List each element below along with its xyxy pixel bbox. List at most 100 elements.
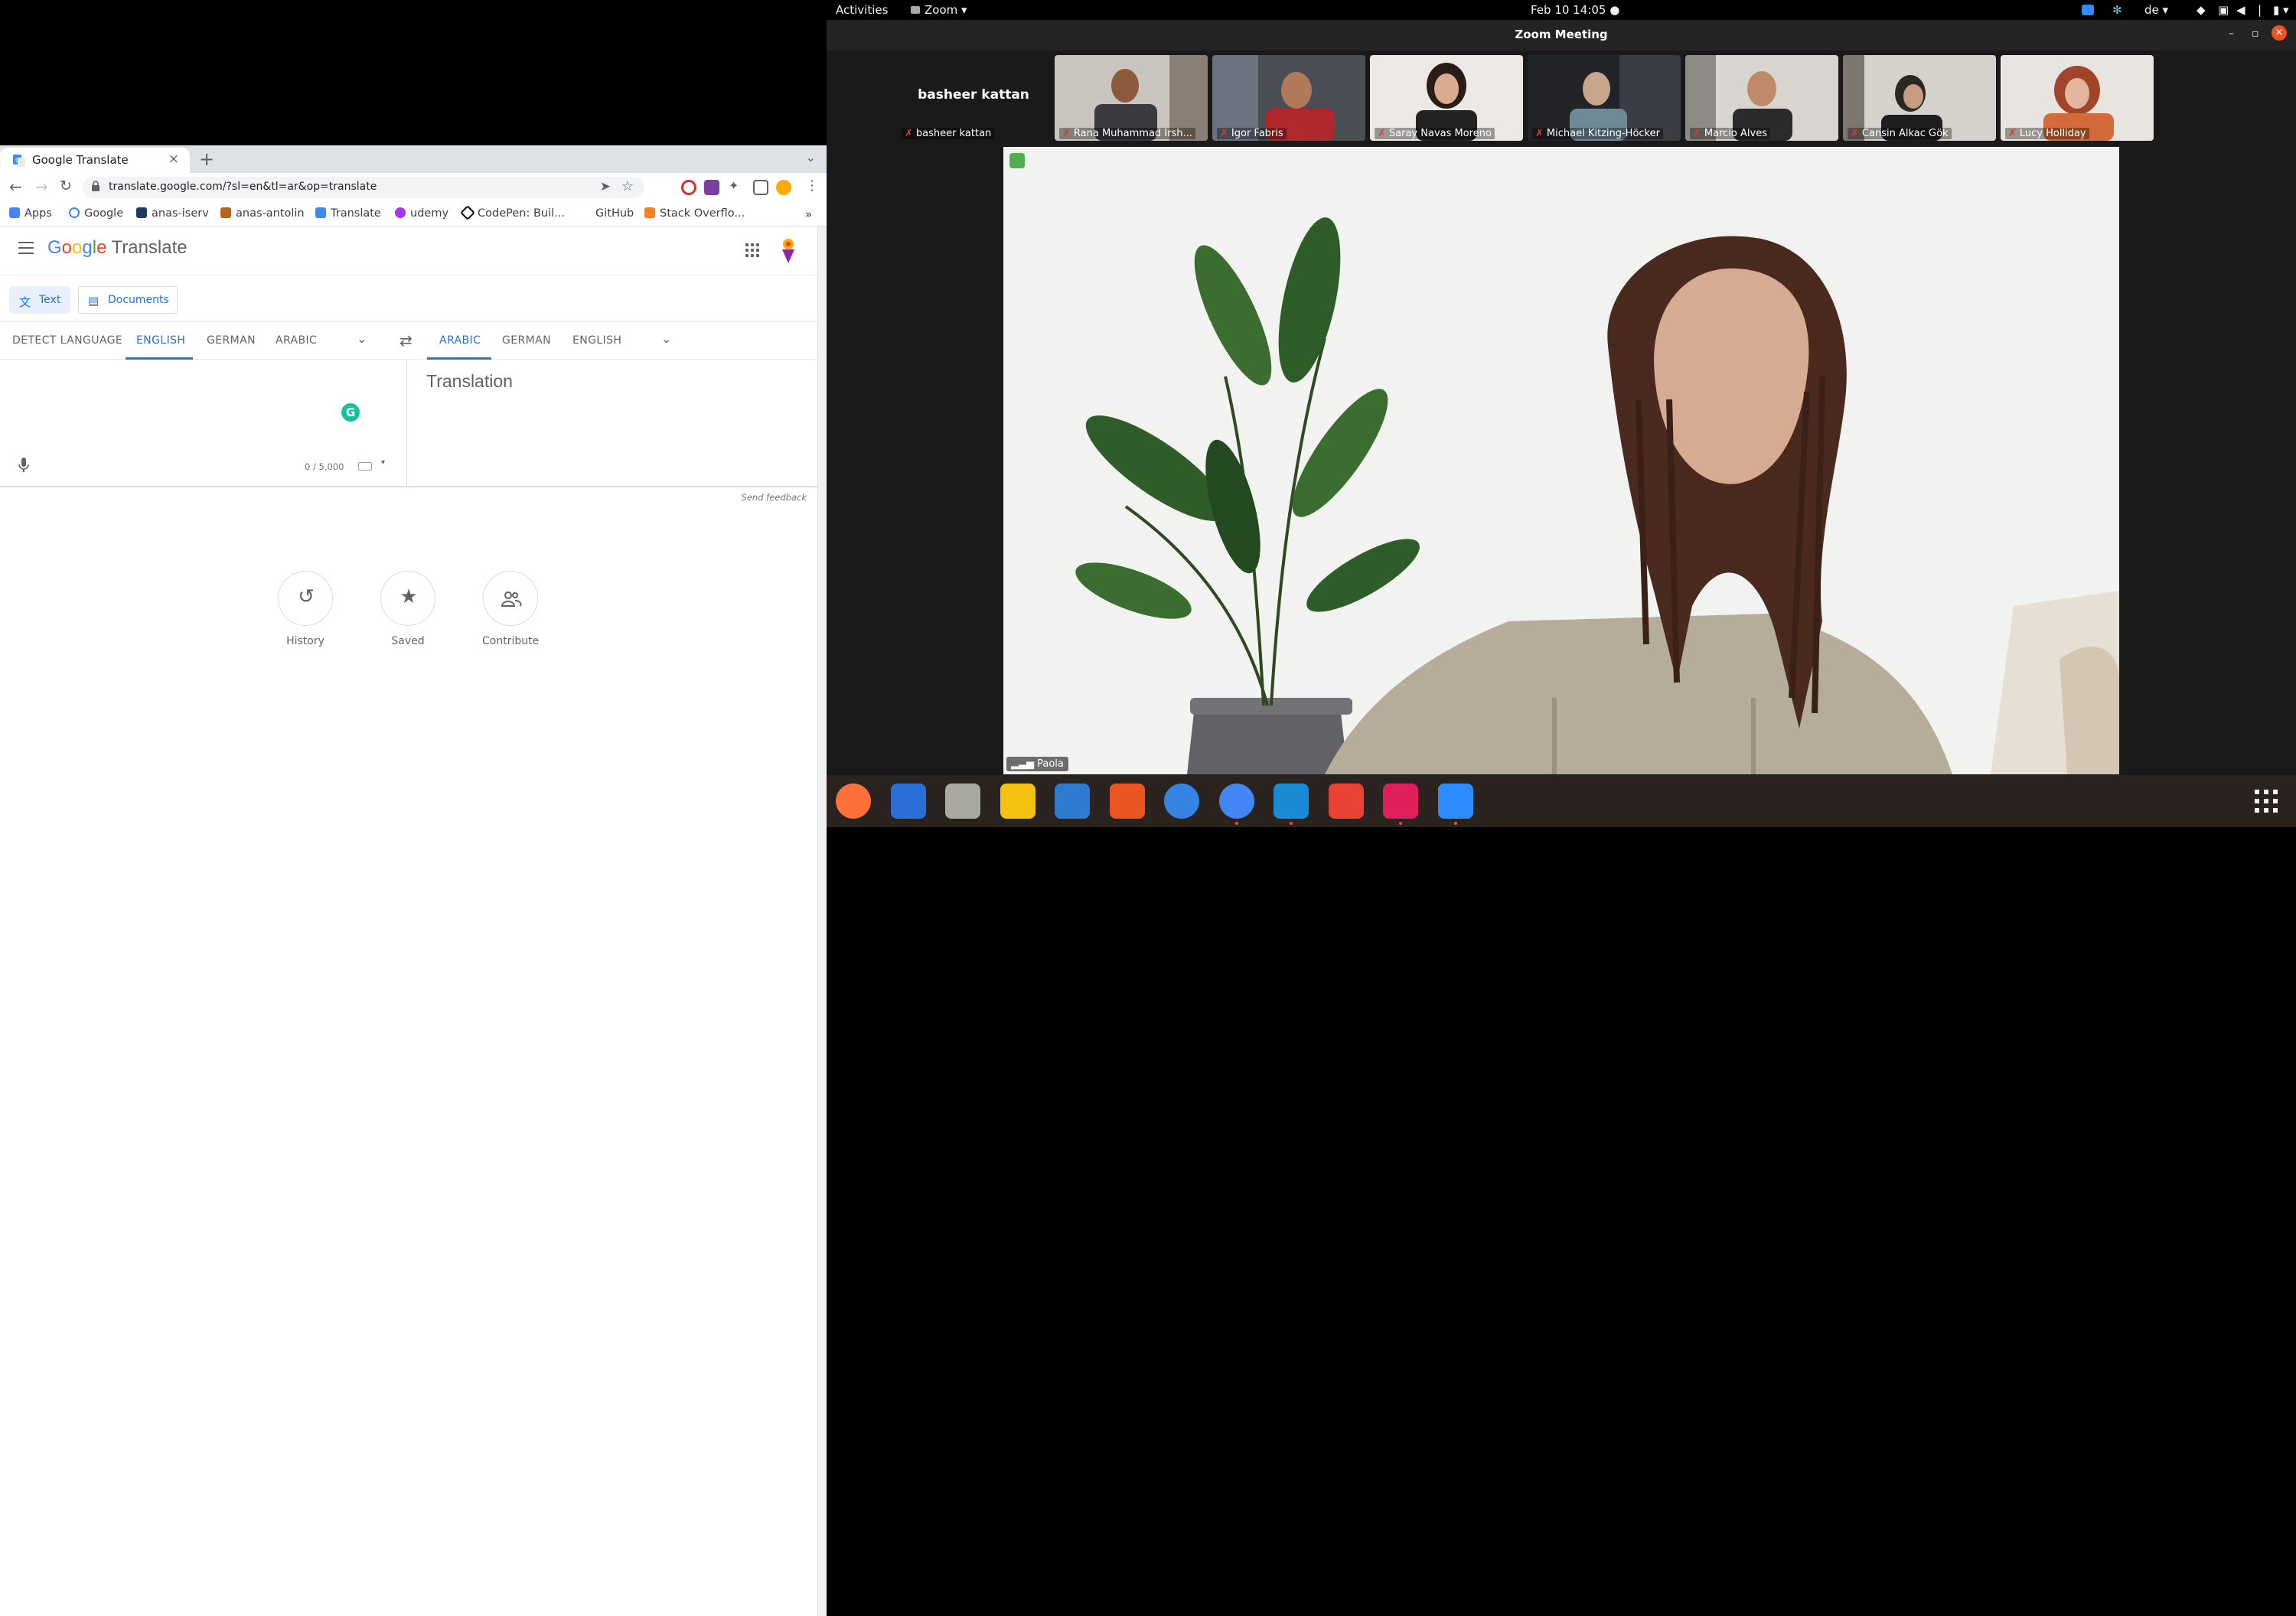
- target-lang-english[interactable]: ENGLISH: [572, 334, 621, 347]
- chrome-icon[interactable]: [1218, 784, 1254, 819]
- battery-icon[interactable]: ▮ ▾: [2273, 3, 2289, 17]
- onenote-extension-icon[interactable]: [704, 180, 719, 195]
- app-menu[interactable]: Zoom ▾: [911, 3, 967, 17]
- wifi-icon[interactable]: ◆: [2197, 3, 2206, 17]
- page-scrollbar[interactable]: [817, 226, 827, 1616]
- send-feedback-link[interactable]: Send feedback: [742, 492, 807, 503]
- volume-icon[interactable]: ◀: [2236, 3, 2245, 17]
- slack-tray-icon[interactable]: ✻: [2112, 3, 2122, 17]
- send-to-device-icon[interactable]: ➤: [600, 179, 611, 194]
- swap-languages-icon[interactable]: ⇄: [400, 331, 413, 350]
- star-icon: ★: [400, 585, 418, 608]
- source-lang-german[interactable]: GERMAN: [207, 334, 256, 347]
- speaker-name-label: ▂▃▅ Paola: [1006, 757, 1068, 771]
- libreoffice-writer-icon[interactable]: [1055, 784, 1090, 819]
- keyboard-layout-indicator[interactable]: de ▾: [2144, 3, 2168, 17]
- contribute-label: Contribute: [482, 635, 540, 647]
- contribute-button[interactable]: Contribute: [482, 571, 539, 647]
- github-icon: [580, 207, 591, 218]
- history-button[interactable]: ↺ History: [277, 571, 334, 647]
- clock[interactable]: Feb 10 14:05 ●: [1531, 3, 1619, 17]
- muted-mic-icon: ✗: [1220, 128, 1228, 139]
- microphone-tray-icon[interactable]: |: [2258, 3, 2262, 17]
- keyboard-dropdown-icon[interactable]: ▾: [381, 458, 385, 467]
- extensions-puzzle-icon[interactable]: ✦: [729, 178, 744, 194]
- google-apps-icon[interactable]: [745, 243, 759, 257]
- participant-tile[interactable]: ✗ Marcio Alves: [1685, 55, 1838, 141]
- encryption-shield-icon[interactable]: [1009, 153, 1025, 168]
- bookmark-apps[interactable]: Apps: [9, 207, 52, 220]
- profile-avatar[interactable]: [776, 180, 791, 195]
- forward-arrow-icon[interactable]: →: [35, 178, 48, 196]
- notification-dot-icon: ●: [1609, 3, 1620, 17]
- bookmark-anas-antolin[interactable]: anas-antolin: [220, 207, 305, 220]
- tab-strip: G Google Translate × + ⌄: [0, 145, 827, 173]
- thunderbird-icon[interactable]: [890, 784, 926, 819]
- source-lang-arabic[interactable]: ARABIC: [276, 334, 317, 347]
- bookmark-stackoverflow[interactable]: Stack Overflo...: [644, 207, 745, 220]
- network-icon[interactable]: ▣: [2218, 3, 2229, 17]
- participant-tile[interactable]: ✗ Igor Fabris: [1212, 55, 1365, 141]
- documents-mode-button[interactable]: ▤ Documents: [78, 286, 178, 314]
- grammarly-icon[interactable]: G: [341, 403, 360, 422]
- tab-google-translate[interactable]: G Google Translate ×: [0, 148, 190, 173]
- target-lang-more-chevron-icon[interactable]: ⌄: [661, 331, 671, 346]
- new-tab-button[interactable]: +: [199, 148, 214, 170]
- source-text-area[interactable]: G 0 / 5,000 ▾: [0, 360, 407, 486]
- saved-button[interactable]: ★ Saved: [380, 571, 436, 647]
- desktop: G Google Translate × + ⌄ ← → ↻ translate…: [0, 0, 2296, 1616]
- google-translate-logo[interactable]: Google Translate: [47, 237, 188, 259]
- participant-tile[interactable]: ✗ Lucy Holliday: [2001, 55, 2154, 141]
- software-center-icon[interactable]: [1109, 784, 1145, 819]
- participant-tile[interactable]: ✗ Michael Kitzing-Höcker: [1528, 55, 1681, 141]
- adblock-extension-icon[interactable]: [681, 180, 696, 195]
- keyboard-icon[interactable]: [358, 462, 372, 471]
- target-lang-arabic[interactable]: ARABIC: [439, 334, 481, 347]
- bookmark-google[interactable]: Google: [69, 207, 123, 220]
- help-icon[interactable]: [1164, 784, 1199, 819]
- bookmark-codepen[interactable]: CodePen: Buil...: [460, 205, 565, 220]
- source-lang-detect[interactable]: DETECT LANGUAGE: [12, 334, 122, 347]
- show-applications-icon[interactable]: [2255, 790, 2278, 813]
- active-speaker-video[interactable]: ▂▃▅ Paola: [1003, 147, 2119, 774]
- gmail-icon[interactable]: [1328, 784, 1364, 819]
- firefox-icon[interactable]: [836, 784, 871, 819]
- minimize-icon[interactable]: –: [2229, 28, 2234, 40]
- text-mode-button[interactable]: 文 Text: [9, 286, 70, 314]
- chrome-menu-icon[interactable]: ⋮: [805, 178, 819, 194]
- google-g-icon: [69, 207, 80, 218]
- participant-tile[interactable]: basheer kattan ✗ basheer kattan: [897, 55, 1050, 141]
- target-lang-german[interactable]: GERMAN: [502, 334, 551, 347]
- source-lang-english[interactable]: ENGLISH: [136, 334, 185, 347]
- bookmark-github[interactable]: GitHub: [580, 207, 634, 220]
- maximize-icon[interactable]: ▫: [2252, 28, 2259, 40]
- participant-tile[interactable]: ✗ Rana Muhammad Irsh...: [1055, 55, 1208, 141]
- account-avatar[interactable]: [779, 237, 797, 265]
- bookmark-udemy[interactable]: udemy: [395, 207, 448, 220]
- rhythmbox-icon[interactable]: [1000, 784, 1035, 819]
- vscode-icon[interactable]: [1274, 784, 1309, 819]
- participant-tile[interactable]: ✗ Cansin Alkac Gök: [1843, 55, 1996, 141]
- bookmark-translate[interactable]: Translate: [315, 207, 381, 220]
- zoom-icon[interactable]: [1437, 784, 1473, 819]
- main-menu-icon[interactable]: [18, 242, 34, 254]
- bookmarks-overflow-button[interactable]: »: [805, 207, 812, 221]
- microphone-icon[interactable]: [18, 457, 29, 474]
- reload-icon[interactable]: ↻: [60, 178, 72, 194]
- files-icon[interactable]: [945, 784, 980, 819]
- participant-tile[interactable]: ✗ Saray Navas Moreno: [1370, 55, 1523, 141]
- activities-button[interactable]: Activities: [836, 3, 888, 17]
- slack-icon[interactable]: [1383, 784, 1418, 819]
- side-panel-icon[interactable]: [753, 180, 768, 195]
- bookmark-star-icon[interactable]: ☆: [621, 178, 634, 194]
- bookmark-anas-iserv[interactable]: anas-iserv: [136, 207, 209, 220]
- back-arrow-icon[interactable]: ←: [9, 178, 22, 196]
- tab-close-icon[interactable]: ×: [168, 152, 179, 167]
- source-lang-more-chevron-icon[interactable]: ⌄: [357, 331, 367, 346]
- zoom-tray-icon[interactable]: [2082, 5, 2094, 15]
- tab-search-button[interactable]: ⌄: [806, 150, 816, 165]
- close-icon[interactable]: ×: [2272, 25, 2287, 41]
- document-icon: ▤: [88, 294, 99, 308]
- muted-mic-icon: ✗: [1378, 128, 1386, 139]
- address-bar[interactable]: translate.google.com/?sl=en&tl=ar&op=tra…: [83, 177, 644, 198]
